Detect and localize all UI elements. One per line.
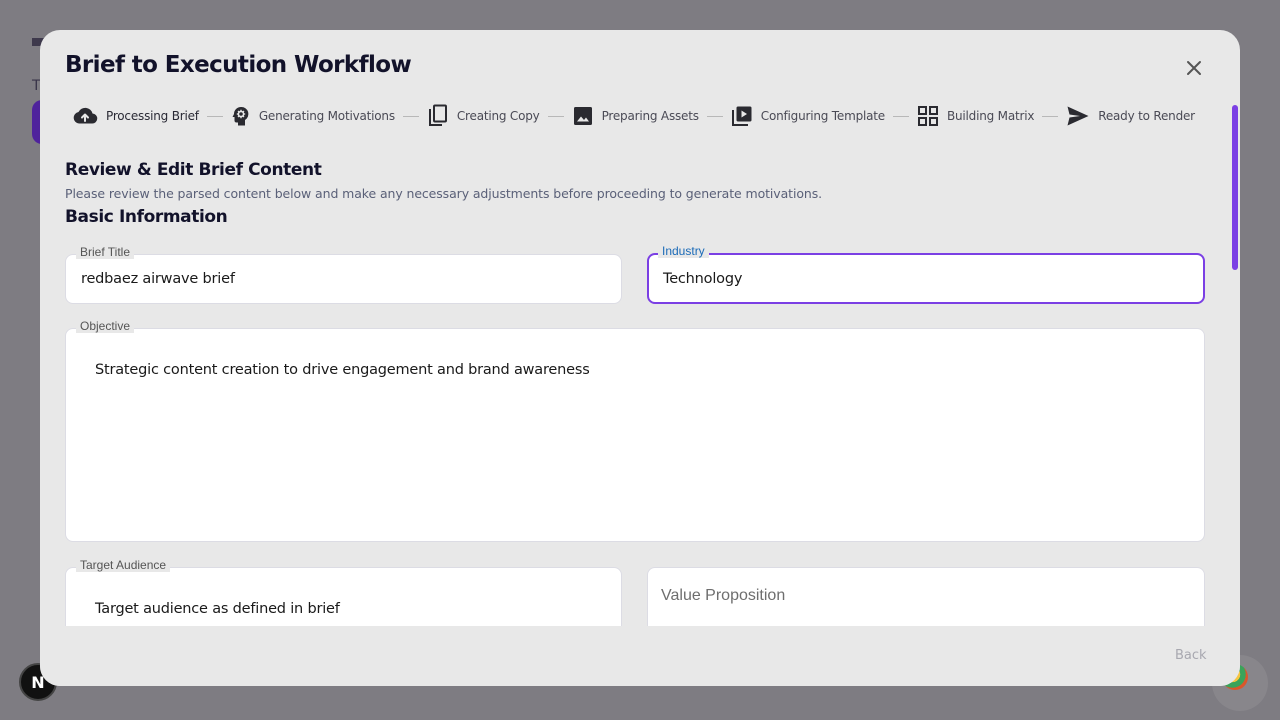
psychology-icon	[232, 106, 249, 126]
step-connector	[547, 115, 564, 117]
review-heading: Review & Edit Brief Content	[65, 160, 322, 180]
step-connector	[402, 115, 419, 117]
send-icon	[1067, 106, 1089, 126]
review-description: Please review the parsed content below a…	[65, 186, 822, 201]
cloud-upload-icon	[73, 107, 98, 124]
step-label: Processing Brief	[106, 109, 199, 123]
grid-icon	[917, 106, 938, 126]
copy-icon	[428, 104, 447, 126]
step-configuring-template[interactable]: Configuring Template	[731, 105, 885, 127]
industry-value[interactable]: Technology	[663, 271, 742, 287]
step-connector	[706, 115, 723, 117]
modal-footer	[40, 626, 1240, 686]
step-building-matrix[interactable]: Building Matrix	[917, 105, 1034, 127]
target-audience-value[interactable]: Target audience as defined in brief	[95, 601, 340, 617]
objective-field[interactable]: Objective Strategic content creation to …	[65, 319, 1205, 542]
modal-scrollbar[interactable]	[1232, 105, 1238, 625]
brief-title-value[interactable]: redbaez airwave brief	[81, 271, 235, 287]
close-icon[interactable]	[1182, 56, 1206, 80]
value-proposition-placeholder[interactable]: Value Proposition	[661, 587, 785, 605]
step-connector	[892, 115, 909, 117]
step-creating-copy[interactable]: Creating Copy	[427, 104, 540, 128]
brief-title-field[interactable]: Brief Title redbaez airwave brief	[65, 245, 622, 304]
image-icon	[573, 107, 592, 125]
step-label: Building Matrix	[946, 109, 1035, 123]
back-button[interactable]: Back	[1175, 648, 1207, 663]
modal-title: Brief to Execution Workflow	[65, 52, 412, 78]
workflow-modal: Brief to Execution Workflow Processing B…	[40, 30, 1240, 686]
industry-field[interactable]: Industry Technology	[647, 244, 1205, 304]
objective-value[interactable]: Strategic content creation to drive enga…	[95, 362, 590, 378]
step-processing-brief[interactable]: Processing Brief	[72, 105, 199, 127]
step-preparing-assets[interactable]: Preparing Assets	[572, 105, 699, 127]
step-label: Generating Motivations	[258, 109, 395, 123]
scrollbar-thumb[interactable]	[1232, 105, 1238, 270]
basic-information-heading: Basic Information	[65, 207, 228, 227]
step-connector	[1042, 115, 1059, 117]
close-button[interactable]	[1182, 56, 1206, 80]
step-label: Preparing Assets	[601, 109, 699, 123]
step-generating-motivations[interactable]: Generating Motivations	[231, 105, 395, 127]
step-label: Ready to Render	[1098, 109, 1195, 123]
objective-label: Objective	[76, 319, 135, 333]
brief-title-label: Brief Title	[76, 245, 135, 259]
video-library-icon	[731, 106, 752, 126]
step-label: Configuring Template	[760, 109, 885, 123]
step-label: Creating Copy	[456, 109, 540, 123]
step-ready-to-render[interactable]: Ready to Render	[1066, 105, 1195, 127]
industry-label: Industry	[658, 244, 709, 258]
step-connector	[206, 115, 223, 117]
target-audience-label: Target Audience	[76, 558, 171, 572]
workflow-stepper: Processing Brief Generating Motivations …	[72, 102, 1195, 130]
